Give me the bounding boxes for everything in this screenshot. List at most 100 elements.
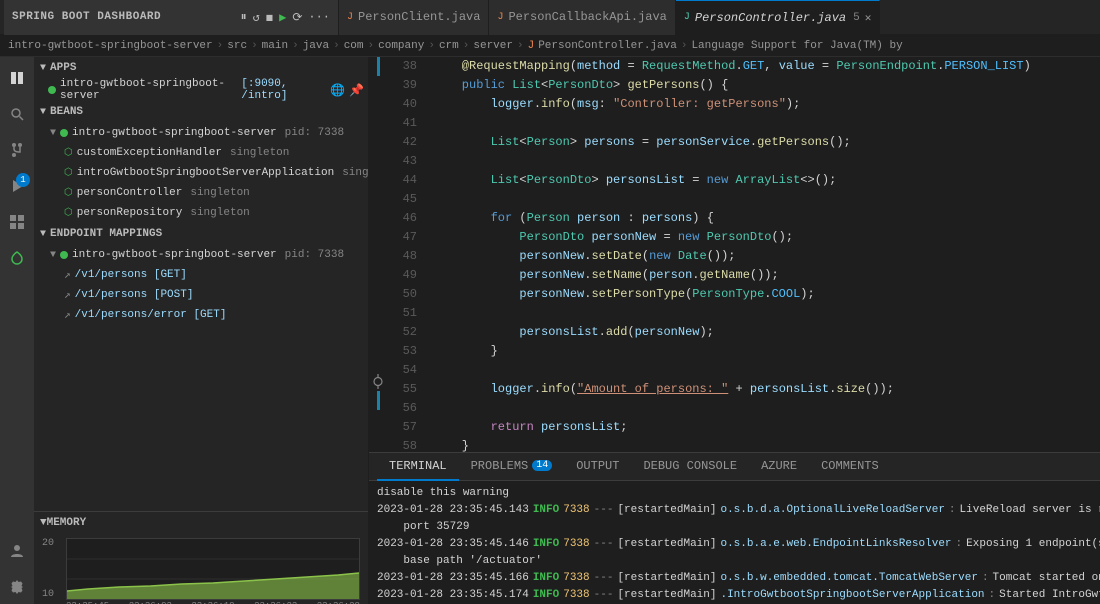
gutter-40 — [369, 90, 387, 104]
gutter-43 — [369, 132, 387, 146]
bean-icon: ⬡ — [64, 187, 73, 199]
code-line-55: logger.info("Amount of persons: " + pers… — [433, 380, 1100, 399]
beans-server-item[interactable]: ▼ intro-gwtboot-springboot-server pid: 7… — [34, 123, 368, 143]
search-icon[interactable] — [0, 97, 34, 131]
pause-icon[interactable]: ⏸ — [241, 10, 247, 25]
code-line-44: List<PersonDto> personsList = new ArrayL… — [433, 171, 1100, 190]
bean-item[interactable]: ⬡ personRepository singleton — [34, 203, 368, 223]
memory-header[interactable]: ▼ MEMORY — [34, 512, 368, 534]
tab-person-client[interactable]: J PersonClient.java — [339, 0, 489, 35]
app-item[interactable]: intro-gwtboot-springboot-server [:9090, … — [34, 79, 368, 101]
debug-icon[interactable]: 1 — [0, 169, 34, 203]
memory-section: ▼ MEMORY 20 10 — [34, 511, 368, 604]
gutter-63 — [369, 424, 387, 438]
stop-icon[interactable]: ◼ — [266, 10, 273, 25]
chart-canvas — [66, 538, 360, 600]
close-tab-icon[interactable]: ✕ — [865, 11, 872, 25]
beans-server-name: intro-gwtboot-springboot-server — [72, 127, 277, 139]
code-line-43 — [433, 152, 1100, 171]
extensions-icon[interactable] — [0, 205, 34, 239]
breadcrumb: intro-gwtboot-springboot-server › src › … — [0, 35, 1100, 57]
bean-item[interactable]: ⬡ personController singleton — [34, 183, 368, 203]
gutter-50 — [369, 231, 387, 245]
tab-azure[interactable]: AZURE — [749, 453, 809, 481]
source-control-icon[interactable] — [0, 133, 34, 167]
tab-debug-console[interactable]: DEBUG CONSOLE — [631, 453, 749, 481]
tab-person-callback[interactable]: J PersonCallbackApi.java — [489, 0, 675, 35]
gutter-62 — [369, 410, 387, 424]
bean-item[interactable]: ⬡ customExceptionHandler singleton — [34, 143, 368, 163]
tab-comments[interactable]: COMMENTS — [809, 453, 891, 481]
refresh-icon[interactable]: ⟳ — [292, 10, 302, 25]
code-content[interactable]: @RequestMapping(method = RequestMethod.G… — [425, 57, 1100, 452]
accounts-icon[interactable] — [0, 534, 34, 568]
code-line-46: for (Person person : persons) { — [433, 209, 1100, 228]
settings-icon[interactable] — [0, 570, 34, 604]
app-name: intro-gwtboot-springboot-server — [60, 78, 235, 102]
code-line-42: List<Person> persons = personService.get… — [433, 133, 1100, 152]
code-editor[interactable]: 38 39 40 41 42 43 44 45 46 47 48 49 50 5… — [369, 57, 1100, 452]
memory-y-axis: 20 10 — [42, 538, 54, 600]
beans-section-header[interactable]: ▼ BEANS — [34, 101, 368, 123]
code-line-41 — [433, 114, 1100, 133]
gutter-46 — [369, 175, 387, 189]
tab-output[interactable]: OUTPUT — [564, 453, 631, 481]
endpoint-item[interactable]: ↗ /v1/persons [POST] — [34, 285, 368, 305]
gutter-55 — [369, 301, 387, 315]
sidebar-title: SPRING BOOT DASHBOARD — [12, 11, 161, 23]
bean-item[interactable]: ⬡ introGwtbootSpringbootServerApplicatio… — [34, 163, 368, 183]
code-line-45 — [433, 190, 1100, 209]
restart-icon[interactable]: ↺ — [253, 10, 260, 25]
code-line-56 — [433, 399, 1100, 418]
activity-bar: 1 — [0, 57, 34, 604]
code-line-54 — [433, 361, 1100, 380]
endpoints-server-item[interactable]: ▼ intro-gwtboot-springboot-server pid: 7… — [34, 245, 368, 265]
more-icon[interactable]: ··· — [308, 10, 330, 25]
endpoints-section-header[interactable]: ▼ ENDPOINT MAPPINGS — [34, 223, 368, 245]
tab-terminal[interactable]: TERMINAL — [377, 453, 459, 481]
tab-problems[interactable]: PROBLEMS 14 — [459, 453, 565, 481]
code-line-51 — [433, 304, 1100, 323]
gutter-58 — [369, 343, 387, 357]
endpoints-section-label: ENDPOINT MAPPINGS — [50, 228, 162, 240]
gutter-52 — [369, 259, 387, 273]
status-dot — [60, 251, 68, 259]
terminal-section: TERMINAL PROBLEMS 14 OUTPUT DEBUG CONSOL… — [369, 452, 1100, 604]
terminal-line: disable this warning — [377, 485, 1092, 502]
endpoints-server-pid: pid: 7338 — [285, 249, 344, 261]
java-icon: J — [347, 12, 353, 23]
endpoint-icon: ↗ — [64, 268, 71, 282]
bean-type: singleton — [230, 147, 289, 159]
endpoint-path: /v1/persons/error [GET] — [75, 309, 227, 321]
gutter-51 — [369, 245, 387, 259]
debug-badge: 1 — [16, 173, 30, 187]
bean-name: personRepository — [77, 207, 183, 219]
bean-icon: ⬡ — [64, 207, 73, 219]
apps-section-header[interactable]: ▼ APPS — [34, 57, 368, 79]
gutter-61 — [369, 391, 387, 410]
bean-name: introGwtbootSpringbootServerApplication — [77, 167, 334, 179]
tab-label: PersonClient.java — [358, 10, 480, 24]
gutter-49 — [369, 217, 387, 231]
bean-type: singleton — [190, 207, 249, 219]
git-gutter — [369, 57, 387, 452]
chevron-down-icon: ▼ — [40, 517, 47, 529]
bean-type: singleton — [190, 187, 249, 199]
tab-person-controller[interactable]: J PersonController.java 5 ✕ — [676, 0, 880, 35]
gutter-42 — [369, 118, 387, 132]
pin-icon[interactable]: 📌 — [349, 83, 364, 98]
gutter-53 — [369, 273, 387, 287]
globe-icon[interactable]: 🌐 — [330, 83, 345, 98]
gutter-45 — [369, 160, 387, 174]
apps-section-label: APPS — [50, 62, 76, 74]
endpoint-icon: ↗ — [64, 288, 71, 302]
endpoint-item[interactable]: ↗ /v1/persons [GET] — [34, 265, 368, 285]
java-icon: J — [497, 12, 503, 23]
run-icon[interactable]: ▶ — [279, 10, 286, 25]
spring-icon[interactable] — [0, 241, 34, 275]
explorer-icon[interactable] — [0, 61, 34, 95]
tab-label: PersonCallbackApi.java — [508, 10, 666, 24]
app-url: [:9090, /intro] — [241, 78, 326, 102]
gutter-44 — [369, 146, 387, 160]
endpoint-item[interactable]: ↗ /v1/persons/error [GET] — [34, 305, 368, 325]
